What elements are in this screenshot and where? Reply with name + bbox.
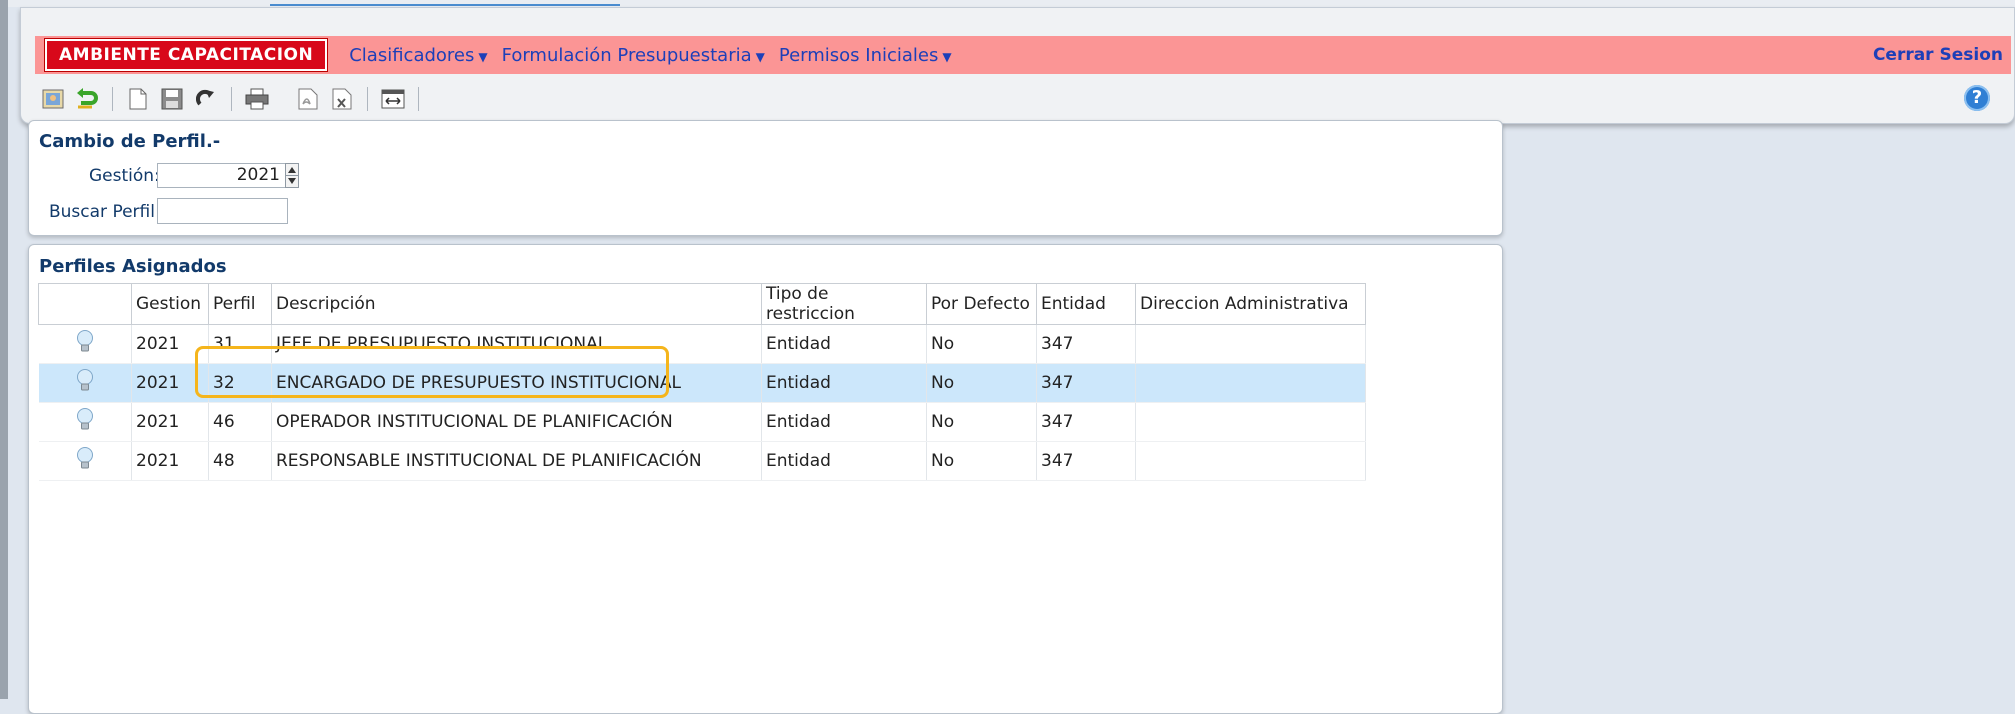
descripcion-cell: OPERADOR INSTITUCIONAL DE PLANIFICACIÓN (271, 402, 762, 442)
tipo-restriccion-cell: Entidad (761, 363, 927, 403)
print-button[interactable] (244, 86, 270, 112)
annotation-highlight-box (195, 346, 669, 398)
por-defecto-cell: No (926, 324, 1037, 364)
column-header[interactable]: Entidad (1036, 283, 1136, 325)
gestion-spinner[interactable] (285, 163, 299, 188)
export-excel-button[interactable] (329, 86, 355, 112)
excel-icon (332, 88, 352, 110)
profile-change-panel: Cambio de Perfil.- Gestión: 2021 Buscar … (28, 120, 1503, 236)
por-defecto-cell: No (926, 363, 1037, 403)
toolbar-separator (418, 87, 419, 111)
direccion-cell (1135, 363, 1366, 403)
print-icon (245, 88, 269, 110)
column-header[interactable]: Por Defecto (926, 283, 1037, 325)
new-document-button[interactable] (125, 86, 151, 112)
save-icon (161, 88, 183, 110)
column-header[interactable]: Perfil (208, 283, 272, 325)
environment-badge: AMBIENTE CAPACITACION (45, 39, 328, 71)
menu-label: Permisos Iniciales (778, 44, 939, 66)
column-header[interactable]: Direccion Administrativa (1135, 283, 1366, 325)
select-profile-cell[interactable] (38, 441, 132, 481)
panel-title: Cambio de Perfil.- (39, 131, 221, 152)
gestion-value: 2021 (236, 165, 280, 185)
entidad-cell: 347 (1036, 402, 1136, 442)
lightbulb-icon (76, 329, 93, 351)
redo-icon (196, 89, 214, 106)
toolbar-separator (367, 87, 368, 111)
tipo-restriccion-cell: Entidad (761, 402, 927, 442)
top-tab-strip (8, 0, 2015, 7)
por-defecto-cell: No (926, 441, 1037, 481)
fit-window-button[interactable] (380, 86, 406, 112)
toolbar-separator (231, 87, 232, 111)
table-header-row: Gestion Perfil Descripción Tipo de restr… (38, 283, 1366, 325)
lightbulb-icon (76, 446, 93, 468)
entidad-cell: 347 (1036, 363, 1136, 403)
gestion-stepper[interactable]: 2021 (157, 163, 287, 188)
left-window-edge (0, 0, 8, 699)
chevron-down-icon: ▼ (478, 49, 488, 64)
panel-title: Perfiles Asignados (39, 256, 227, 277)
chevron-down-icon: ▼ (755, 49, 765, 64)
por-defecto-cell: No (926, 402, 1037, 442)
menu-clasificadores[interactable]: Clasificadores ▼ (349, 45, 487, 66)
preview-button[interactable] (40, 86, 66, 112)
menu-label: Formulación Presupuestaria (501, 44, 752, 66)
fit-window-icon (381, 89, 405, 109)
perfil-cell: 46 (208, 402, 272, 442)
lightbulb-icon (76, 407, 93, 429)
spinner-arrows-icon (286, 167, 298, 184)
save-button[interactable] (159, 86, 185, 112)
pdf-icon (298, 88, 318, 110)
undo-icon (77, 88, 98, 109)
tipo-restriccion-cell: Entidad (761, 441, 927, 481)
entidad-cell: 347 (1036, 324, 1136, 364)
new-document-icon (129, 88, 147, 110)
chevron-down-icon: ▼ (942, 49, 952, 64)
toolbar: ? (40, 85, 2000, 113)
export-pdf-button[interactable] (295, 86, 321, 112)
undo-button[interactable] (74, 86, 100, 112)
preview-icon (42, 89, 64, 109)
entidad-cell: 347 (1036, 441, 1136, 481)
gestion-cell: 2021 (131, 402, 209, 442)
menu-permisos-iniciales[interactable]: Permisos Iniciales ▼ (779, 45, 952, 66)
direccion-cell (1135, 402, 1366, 442)
table-row[interactable]: 2021 46 OPERADOR INSTITUCIONAL DE PLANIF… (38, 402, 1366, 442)
menu-label: Clasificadores (349, 44, 475, 66)
logout-link[interactable]: Cerrar Sesion (1873, 45, 2003, 65)
column-header[interactable]: Gestion (131, 283, 209, 325)
gestion-cell: 2021 (131, 441, 209, 481)
lightbulb-icon (76, 368, 93, 390)
toolbar-separator (112, 87, 113, 111)
redo-button[interactable] (193, 86, 219, 112)
column-header[interactable]: Tipo de restriccion (761, 283, 927, 325)
help-button[interactable]: ? (1964, 85, 1990, 111)
select-profile-cell[interactable] (38, 324, 132, 364)
main-menubar: AMBIENTE CAPACITACION Clasificadores ▼ Fo… (35, 36, 2011, 74)
tipo-restriccion-cell: Entidad (761, 324, 927, 364)
column-header[interactable]: Descripción (271, 283, 762, 325)
direccion-cell (1135, 324, 1366, 364)
search-profile-label: Buscar Perfil: (49, 202, 161, 222)
menu-formulacion-presupuestaria[interactable]: Formulación Presupuestaria ▼ (502, 45, 765, 66)
table-row[interactable]: 2021 48 RESPONSABLE INSTITUCIONAL DE PLA… (38, 441, 1366, 481)
direccion-cell (1135, 441, 1366, 481)
select-profile-cell[interactable] (38, 402, 132, 442)
column-header[interactable] (38, 283, 132, 325)
perfil-cell: 48 (208, 441, 272, 481)
search-profile-input[interactable] (157, 198, 288, 224)
descripcion-cell: RESPONSABLE INSTITUCIONAL DE PLANIFICACI… (271, 441, 762, 481)
gestion-label: Gestión: (89, 166, 160, 186)
select-profile-cell[interactable] (38, 363, 132, 403)
active-tab-indicator (270, 4, 620, 6)
